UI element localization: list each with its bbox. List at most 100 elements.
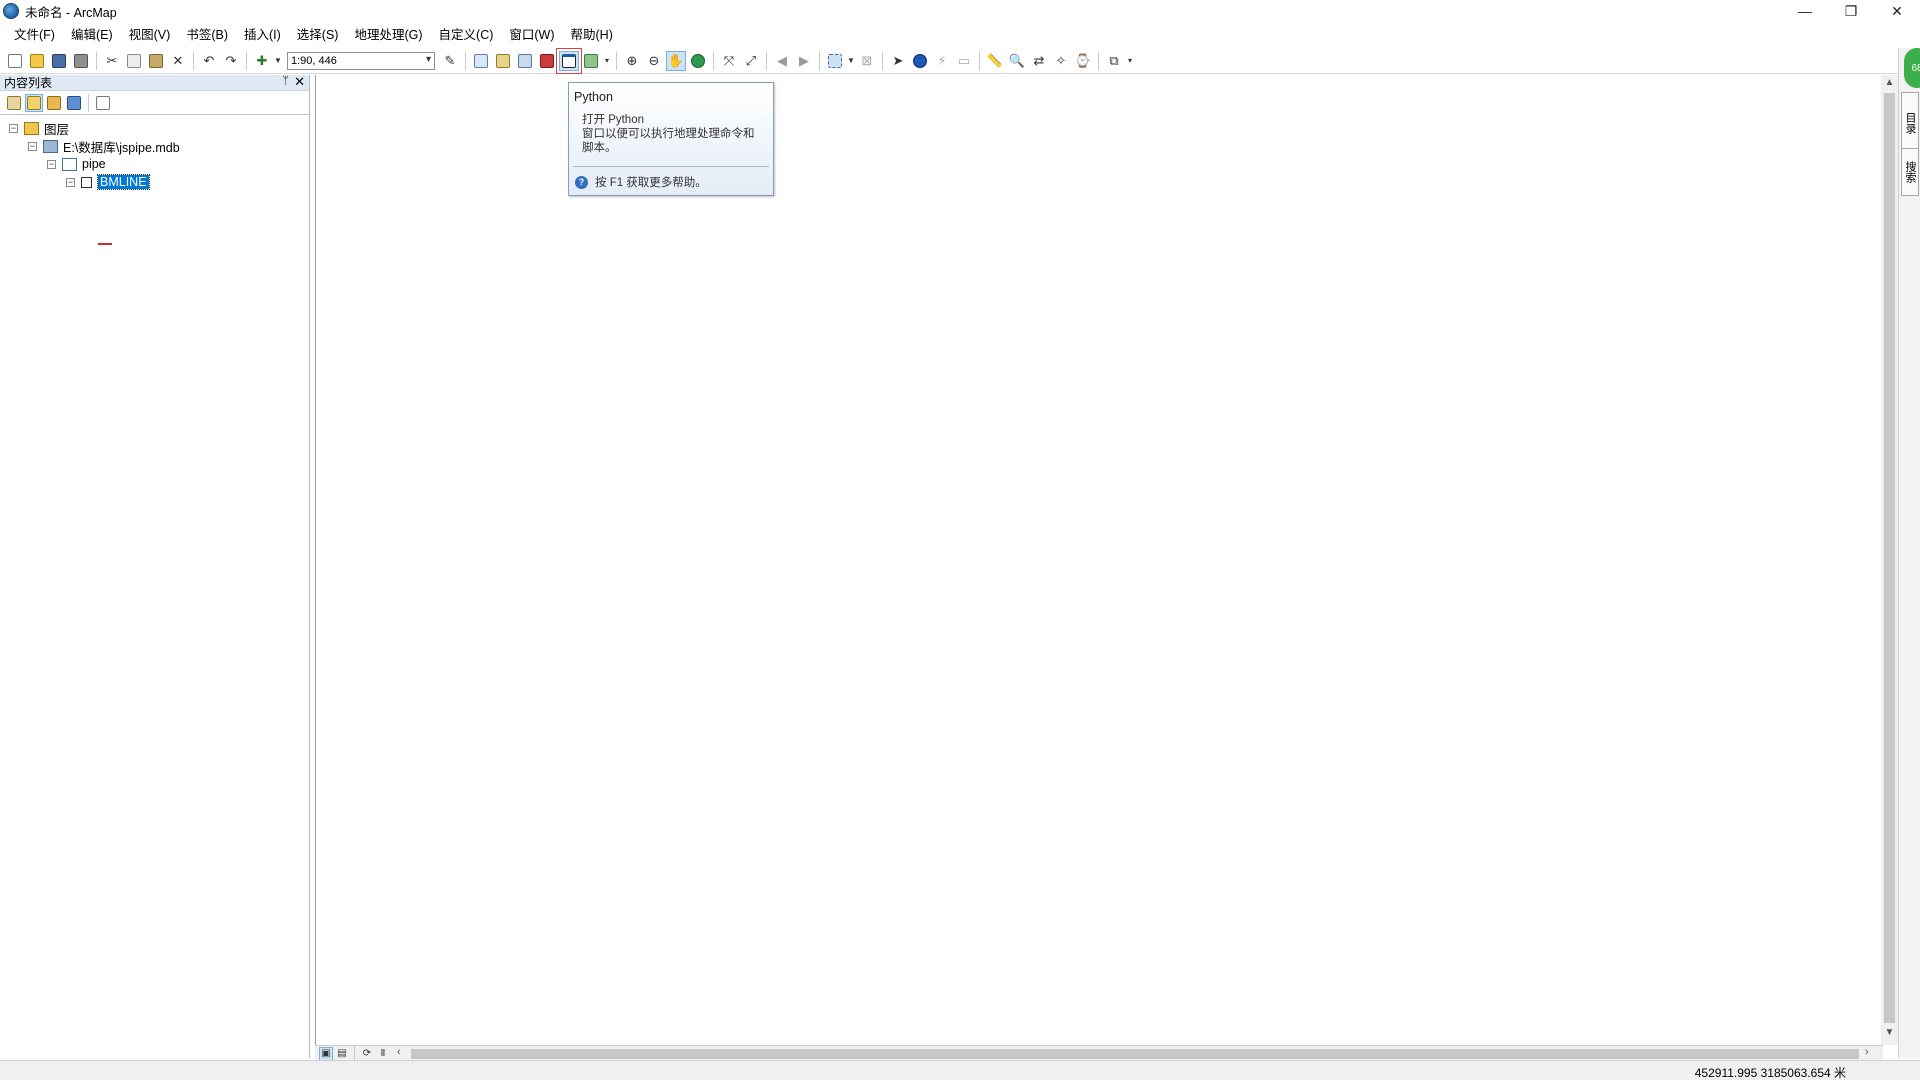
find-icon[interactable]: 🔍 xyxy=(1007,51,1027,71)
list-by-selection-icon[interactable] xyxy=(65,94,83,112)
map-scale-combobox[interactable]: 1:90, 446 ▾ xyxy=(287,51,435,70)
toolbar-separator xyxy=(193,51,194,70)
hyperlink-icon[interactable]: ⚡ xyxy=(932,51,952,71)
feature-class-label[interactable]: BMLINE xyxy=(97,174,150,190)
menu-view[interactable]: 视图(V) xyxy=(121,24,179,46)
menu-help[interactable]: 帮助(H) xyxy=(563,24,621,46)
zoom-out-icon[interactable]: ⊖ xyxy=(644,51,664,71)
pin-icon[interactable]: ᛘ xyxy=(282,75,289,87)
database-path-label: E:\数据库\jspipe.mdb xyxy=(63,140,180,155)
python-window-icon[interactable] xyxy=(556,47,582,74)
toolbar-overflow-icon[interactable]: ▾ xyxy=(603,51,611,71)
fixed-zoom-out-icon[interactable]: ⤢ xyxy=(741,51,761,71)
create-viewer-window-icon[interactable]: ⧉ xyxy=(1104,51,1124,71)
toolbar-overflow-icon[interactable]: ▾ xyxy=(1126,51,1134,71)
delete-icon[interactable]: ✕ xyxy=(168,51,188,71)
clear-selection-icon[interactable]: ⊠ xyxy=(857,51,877,71)
new-document-icon[interactable] xyxy=(5,51,25,71)
menu-windows[interactable]: 窗口(W) xyxy=(501,24,562,46)
paste-icon[interactable] xyxy=(146,51,166,71)
fixed-zoom-in-icon[interactable]: ⤧ xyxy=(719,51,739,71)
menu-insert[interactable]: 插入(I) xyxy=(236,24,289,46)
collapse-icon[interactable]: − xyxy=(66,177,75,187)
map-display[interactable] xyxy=(315,75,1881,1045)
redo-icon[interactable]: ↷ xyxy=(221,51,241,71)
select-elements-icon[interactable]: ➤ xyxy=(888,51,908,71)
horizontal-scroll-thumb[interactable] xyxy=(411,1049,1859,1059)
notification-badge[interactable]: 68 xyxy=(1904,48,1920,88)
measure-icon[interactable]: 📏 xyxy=(985,51,1005,71)
next-extent-icon[interactable]: ▶ xyxy=(794,51,814,71)
menu-file[interactable]: 文件(F) xyxy=(6,24,63,46)
collapse-icon[interactable]: − xyxy=(28,141,37,151)
find-route-icon[interactable]: ⇄ xyxy=(1029,51,1049,71)
layers-label: 图层 xyxy=(44,122,70,137)
tooltip-help-text: 按 F1 获取更多帮助。 xyxy=(595,177,707,189)
tooltip-body-line: 窗口以便可以执行地理处理命令和 xyxy=(582,128,755,140)
line-symbol-swatch xyxy=(98,243,112,245)
layout-view-icon[interactable]: ▤ xyxy=(335,1047,349,1061)
scroll-down-arrow[interactable]: ▼ xyxy=(1881,1027,1898,1043)
undo-icon[interactable]: ↶ xyxy=(199,51,219,71)
tree-node-database[interactable]: − E:\数据库\jspipe.mdb xyxy=(0,137,309,155)
html-popup-icon[interactable]: ▭ xyxy=(954,51,974,71)
catalog-window-icon[interactable] xyxy=(493,51,513,71)
arctoolbox-icon[interactable] xyxy=(537,51,557,71)
select-dropdown-icon[interactable]: ▼ xyxy=(847,51,855,71)
table-of-contents-icon[interactable] xyxy=(471,51,491,71)
list-by-source-icon[interactable] xyxy=(25,93,43,112)
scroll-right-arrow[interactable]: › xyxy=(1865,1046,1869,1058)
toc-options-icon[interactable] xyxy=(94,94,112,112)
cut-icon[interactable]: ✂ xyxy=(102,51,122,71)
menu-customize[interactable]: 自定义(C) xyxy=(431,24,502,46)
identify-icon[interactable] xyxy=(910,51,930,71)
tooltip-body-line: 脚本。 xyxy=(582,142,617,154)
menu-bookmarks[interactable]: 书签(B) xyxy=(178,24,236,46)
close-button[interactable]: ✕ xyxy=(1874,0,1920,22)
menu-selection[interactable]: 选择(S) xyxy=(289,24,347,46)
restore-button[interactable]: ❐ xyxy=(1828,0,1874,22)
layer-visibility-checkbox[interactable] xyxy=(81,176,92,188)
collapse-icon[interactable]: − xyxy=(9,123,18,133)
add-data-icon[interactable]: ✚ xyxy=(252,51,272,71)
list-by-drawing-order-icon[interactable] xyxy=(5,94,23,112)
minimize-button[interactable]: — xyxy=(1782,0,1828,22)
scroll-up-arrow[interactable]: ▲ xyxy=(1881,77,1898,93)
previous-extent-icon[interactable]: ◀ xyxy=(772,51,792,71)
pause-drawing-icon[interactable]: Ⅱ xyxy=(376,1047,390,1061)
toolbar-separator xyxy=(766,51,767,70)
vertical-scroll-thumb[interactable] xyxy=(1884,93,1895,1023)
title-bar: 未命名 - ArcMap — ❐ ✕ xyxy=(0,0,1920,22)
chevron-down-icon[interactable]: ▾ xyxy=(426,54,431,65)
print-icon[interactable] xyxy=(71,51,91,71)
menu-geoprocessing[interactable]: 地理处理(G) xyxy=(346,24,430,46)
search-tab[interactable]: 搜索 xyxy=(1901,148,1919,196)
go-to-xy-icon[interactable]: ✧ xyxy=(1051,51,1071,71)
save-icon[interactable] xyxy=(49,51,69,71)
time-slider-icon[interactable]: ⌚ xyxy=(1073,51,1093,71)
close-icon[interactable]: ✕ xyxy=(294,74,305,90)
tree-node-dataset[interactable]: − pipe xyxy=(0,155,309,173)
zoom-in-icon[interactable]: ⊕ xyxy=(622,51,642,71)
open-folder-icon[interactable] xyxy=(27,51,47,71)
tree-node-feature-class[interactable]: − BMLINE xyxy=(0,173,309,191)
editor-toolbar-icon[interactable]: ✎ xyxy=(440,51,460,71)
data-view-icon[interactable]: ▣ xyxy=(319,1046,333,1061)
vertical-scrollbar[interactable]: ▲ ▼ xyxy=(1881,75,1898,1045)
full-extent-icon[interactable] xyxy=(688,51,708,71)
tree-node-layers[interactable]: − 图层 xyxy=(0,119,309,137)
scroll-left-arrow[interactable]: ‹ xyxy=(397,1046,401,1058)
list-by-visibility-icon[interactable] xyxy=(45,94,63,112)
collapse-icon[interactable]: − xyxy=(47,159,56,169)
copy-icon[interactable] xyxy=(124,51,144,71)
toolbar-separator xyxy=(246,51,247,70)
refresh-icon[interactable]: ⟳ xyxy=(360,1047,374,1061)
menu-edit[interactable]: 编辑(E) xyxy=(63,24,121,46)
catalog-tab[interactable]: 目录 xyxy=(1901,92,1919,154)
pan-hand-icon[interactable]: ✋ xyxy=(666,50,686,71)
select-features-icon[interactable] xyxy=(825,51,845,71)
arcmap-app-icon xyxy=(3,3,19,19)
modelbuilder-icon[interactable] xyxy=(581,51,601,71)
add-data-dropdown-icon[interactable]: ▼ xyxy=(274,51,282,71)
search-window-icon[interactable] xyxy=(515,51,535,71)
